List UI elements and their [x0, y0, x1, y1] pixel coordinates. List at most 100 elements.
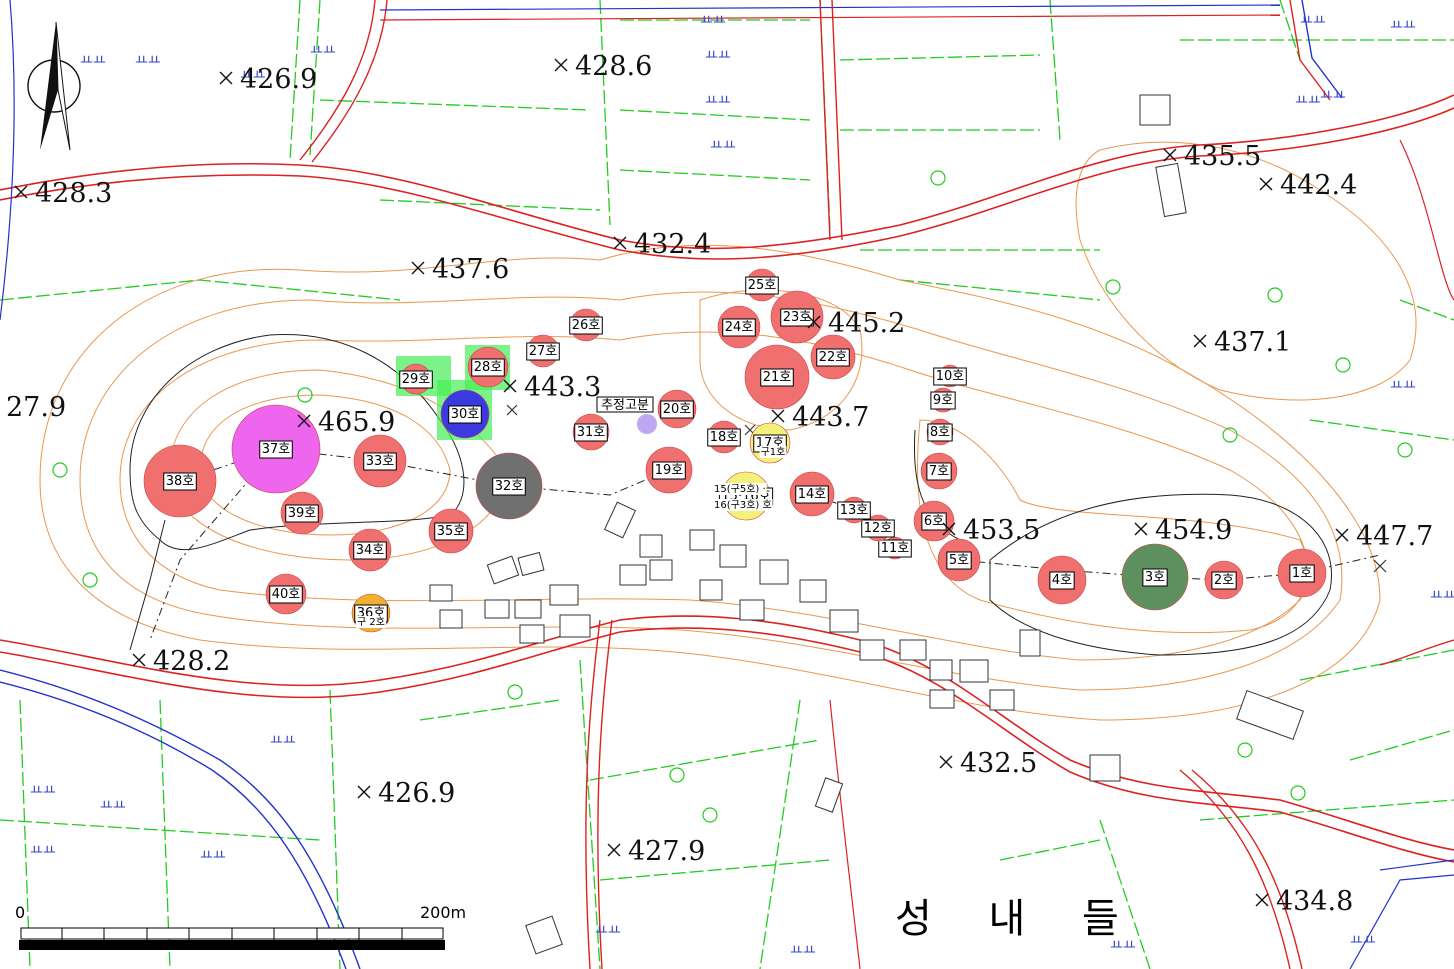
svg-text:ㅛㅛ: ㅛㅛ — [1390, 378, 1416, 394]
tomb-mound: 4호 — [1037, 555, 1087, 605]
svg-text:ㅛㅛ: ㅛㅛ — [200, 848, 226, 864]
tomb-layer: 1호2호3호4호5호6호7호8호9호10호11호12호13호14호15·16호1… — [143, 268, 1327, 633]
tomb-mound: 21호 — [744, 344, 810, 410]
tomb-sublabel: 16(구3호) 호 — [714, 499, 772, 511]
svg-text:ㅛㅛ: ㅛㅛ — [310, 43, 336, 59]
elevation-point: 427.9 — [607, 836, 705, 867]
elevation-point: 454.9 — [1134, 515, 1232, 546]
tomb-label: 5호 — [949, 553, 969, 568]
tomb-label: 34호 — [356, 543, 385, 558]
tomb-label: 20호 — [663, 402, 692, 417]
tomb-mound: 25호 — [745, 268, 779, 302]
tomb-mound: 22호 — [810, 334, 856, 380]
elevation-value: 27.9 — [6, 392, 66, 423]
svg-text:ㅛㅛ: ㅛㅛ — [595, 923, 621, 939]
elevation-value: 437.6 — [432, 254, 509, 285]
tomb-mound: 19호 — [645, 446, 693, 494]
scale-end-label: 200m — [420, 903, 466, 922]
tomb-mound: 9호 — [930, 387, 956, 413]
tomb-mound: 20호 — [657, 389, 697, 429]
svg-text:ㅛㅛ: ㅛㅛ — [270, 733, 296, 749]
tomb-label: 6호 — [924, 514, 944, 529]
tomb-label: 3호 — [1145, 570, 1165, 585]
svg-text:ㅛㅛ: ㅛㅛ — [1295, 93, 1321, 109]
svg-text:ㅛㅛ: ㅛㅛ — [30, 843, 56, 859]
scale-bar: 0 200m — [15, 903, 466, 950]
elevation-value: 427.9 — [628, 836, 705, 867]
svg-text:ㅛㅛ: ㅛㅛ — [100, 798, 126, 814]
elevation-cross-icon — [554, 58, 568, 72]
tomb-mound: 23호 — [770, 290, 824, 344]
tomb-label: 31호 — [577, 425, 606, 440]
tomb-mound: 27호 — [526, 334, 560, 368]
elevation-value: 465.9 — [318, 407, 395, 438]
svg-text:ㅛㅛ: ㅛㅛ — [1320, 88, 1346, 104]
elevation-value: 443.3 — [524, 372, 601, 403]
elevation-point: 432.5 — [939, 748, 1037, 779]
svg-text:ㅛㅛ: ㅛㅛ — [705, 48, 731, 64]
elevation-point: 447.7 — [1335, 521, 1433, 552]
tomb-label: 23호 — [783, 310, 812, 325]
tomb-sublabel: 구1호 — [761, 446, 786, 458]
tomb-mound: 11호 — [878, 536, 912, 560]
elevation-value: 426.9 — [378, 778, 455, 809]
place-name: 성 내 들 — [895, 896, 1141, 942]
elevation-cross-icon — [132, 653, 146, 667]
tomb-mound: 32호 — [475, 452, 543, 520]
svg-text:ㅛㅛ: ㅛㅛ — [1430, 588, 1454, 604]
elevation-cross-icon — [1335, 528, 1349, 542]
tomb-mound: 3호 — [1121, 543, 1189, 611]
tomb-label: 24호 — [725, 320, 754, 335]
tomb-label: 40호 — [272, 587, 301, 602]
tomb-mound: 2호 — [1204, 560, 1244, 600]
tomb-mound: 14호 — [789, 471, 835, 517]
tomb-mound: 18호 — [707, 420, 741, 454]
elevation-value: 428.3 — [35, 178, 112, 209]
elevation-cross-icon — [607, 843, 621, 857]
tomb-label: 33호 — [366, 454, 395, 469]
tomb-mound: 24호 — [717, 305, 761, 349]
elevation-value: 454.9 — [1155, 515, 1232, 546]
tomb-mound: 15·16호 — [718, 471, 774, 521]
tomb-mound: 31호 — [572, 413, 610, 451]
elevation-point: 428.3 — [14, 178, 112, 209]
tomb-mound: 39호 — [280, 491, 324, 535]
tomb-label: 2호 — [1214, 573, 1234, 588]
elevation-cross-icon — [1134, 522, 1148, 536]
tomb-label: 22호 — [819, 350, 848, 365]
tomb-mound: 35호 — [428, 508, 474, 554]
tomb-label: 35호 — [437, 524, 466, 539]
tomb-label: 38호 — [166, 474, 195, 489]
tomb-label: 4호 — [1052, 573, 1072, 588]
tomb-mound: 1호 — [1277, 548, 1327, 598]
tomb-label: 29호 — [402, 372, 431, 387]
tomb-label: 39호 — [288, 506, 317, 521]
tomb-label: 8호 — [930, 425, 950, 440]
tomb-mound: 10호 — [933, 364, 967, 388]
elevation-point: 426.9 — [357, 778, 455, 809]
tomb-mound: 40호 — [265, 573, 307, 615]
svg-text:ㅛㅛ: ㅛㅛ — [1390, 18, 1416, 34]
tomb-label: 28호 — [474, 360, 503, 375]
tomb-label: 13호 — [840, 503, 869, 518]
elevation-point: 428.6 — [554, 51, 652, 82]
elevation-value: 445.2 — [828, 308, 905, 339]
tomb-label: 19호 — [655, 463, 684, 478]
elevation-value: 447.7 — [1356, 521, 1433, 552]
tomb-label: 10호 — [936, 369, 965, 384]
tomb-mound: 8호 — [926, 418, 954, 446]
elevation-value: 432.4 — [634, 229, 711, 260]
elevation-point: 437.6 — [411, 254, 509, 285]
tomb-label: 32호 — [495, 479, 524, 494]
svg-text:ㅛㅛ: ㅛㅛ — [135, 53, 161, 69]
elevation-cross-icon — [939, 755, 953, 769]
svg-text:ㅛㅛ: ㅛㅛ — [80, 53, 106, 69]
elevation-point: 443.3 — [503, 372, 601, 403]
tomb-mound: 13호 — [837, 496, 871, 524]
tomb-mound: 26호 — [569, 308, 603, 342]
elevation-cross-icon — [219, 71, 233, 85]
svg-text:ㅛㅛ: ㅛㅛ — [790, 943, 816, 959]
tomb-label: 37호 — [262, 442, 291, 457]
tomb-label: 21호 — [763, 370, 792, 385]
scale-start-label: 0 — [15, 903, 25, 922]
